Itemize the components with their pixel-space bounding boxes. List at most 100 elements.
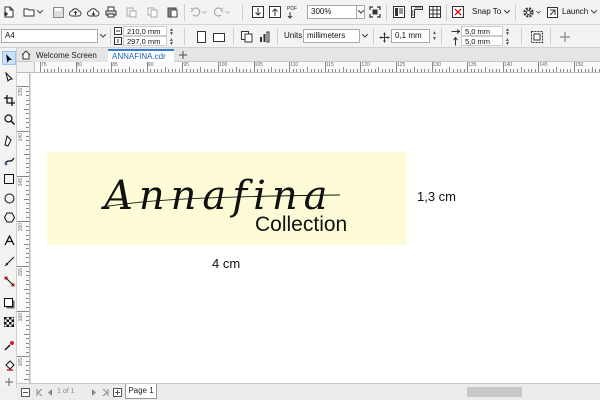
crop-tool-icon[interactable]	[2, 93, 16, 107]
portrait-icon[interactable]	[195, 30, 208, 44]
ruler-tick-mark	[584, 69, 586, 72]
ruler-tick-mark	[303, 69, 305, 72]
ruler-tick-mark	[26, 113, 29, 114]
dup-y-spinner-down[interactable]: ▼	[504, 41, 511, 47]
page-size-select[interactable]: A4	[1, 29, 98, 43]
zoom-tool-icon[interactable]	[2, 112, 16, 126]
ruler-tick-label: 90	[147, 62, 154, 68]
zoom-dropdown-icon[interactable]	[356, 5, 365, 19]
full-screen-preview-icon[interactable]	[392, 5, 406, 19]
horizontal-scrollbar-thumb[interactable]	[467, 387, 522, 397]
landscape-icon[interactable]	[212, 30, 226, 44]
cloud-download-icon[interactable]	[86, 5, 100, 19]
eyedropper-tool-icon[interactable]	[2, 338, 16, 352]
next-page-icon[interactable]	[89, 386, 99, 398]
ruler-origin[interactable]	[17, 62, 35, 73]
add-page-icon[interactable]	[111, 386, 123, 398]
launch-dropdown-icon[interactable]	[590, 5, 598, 19]
snap-to-dropdown-icon[interactable]	[503, 5, 511, 19]
page-options-icon[interactable]	[19, 386, 31, 398]
ellipse-tool-icon[interactable]	[2, 191, 16, 205]
rectangle-tool-icon[interactable]	[2, 172, 16, 186]
launch-icon[interactable]	[546, 5, 559, 19]
options-dropdown-icon[interactable]	[535, 5, 542, 19]
add-plus-icon[interactable]	[558, 30, 572, 44]
duplicate-distance-y-field[interactable]: 5,0 mm	[461, 36, 503, 46]
ruler-tick-mark	[228, 69, 230, 72]
connector-tool-icon[interactable]	[2, 274, 16, 288]
parallel-dimension-tool-icon[interactable]	[2, 254, 16, 268]
redo-dropdown-icon[interactable]	[224, 5, 230, 19]
undo-dropdown-icon[interactable]	[201, 5, 207, 19]
snap-to-label[interactable]: Snap To	[472, 6, 501, 18]
paste-icon[interactable]	[165, 5, 179, 19]
height-dimension-label[interactable]: 1,3 cm	[417, 189, 456, 204]
ruler-tick-mark	[431, 62, 433, 72]
redo-icon[interactable]	[212, 5, 224, 19]
vertical-ruler[interactable]: 135 140 145 150 155 160 165	[17, 73, 30, 383]
open-dropdown-icon[interactable]	[36, 5, 44, 19]
show-grid-icon[interactable]	[428, 5, 442, 19]
page-size-dropdown-icon[interactable]	[98, 29, 107, 43]
last-page-icon[interactable]	[100, 386, 110, 398]
artistic-media-tool-icon[interactable]	[2, 153, 16, 167]
shape-tool-icon[interactable]	[2, 70, 16, 84]
duplicate-distance-x-field[interactable]: 5,0 mm	[461, 26, 503, 36]
ruler-tick-mark	[26, 99, 29, 101]
export-icon[interactable]	[268, 5, 282, 19]
show-rulers-icon[interactable]	[410, 5, 424, 19]
current-page-icon[interactable]	[258, 30, 272, 44]
cloud-upload-icon[interactable]	[68, 5, 82, 19]
ruler-tick-label: 75	[41, 62, 47, 68]
snap-to-icon[interactable]	[451, 5, 465, 19]
previous-page-icon[interactable]	[45, 386, 55, 398]
undo-icon[interactable]	[189, 5, 201, 19]
copy-icon[interactable]	[145, 5, 159, 19]
freehand-tool-icon[interactable]	[2, 134, 16, 148]
text-tool-icon[interactable]	[2, 233, 16, 247]
zoom-level-field[interactable]: 300%	[307, 5, 357, 19]
tab-welcome-screen[interactable]: Welcome Screen	[32, 49, 108, 62]
pick-tool-icon[interactable]	[2, 51, 16, 65]
nudge-distance-field[interactable]: 0,1 mm	[391, 29, 430, 43]
print-icon[interactable]	[104, 5, 118, 19]
export-pdf-icon[interactable]: PDF	[286, 4, 300, 20]
ruler-tick-label: 160	[18, 313, 24, 322]
save-icon[interactable]	[51, 5, 65, 19]
first-page-icon[interactable]	[34, 386, 44, 398]
ruler-tick-mark	[26, 135, 29, 137]
options-gear-icon[interactable]	[521, 5, 535, 19]
ruler-tick-mark	[139, 69, 141, 72]
interactive-fill-tool-icon[interactable]	[2, 358, 16, 372]
width-dimension-label[interactable]: 4 cm	[212, 256, 240, 271]
open-folder-icon[interactable]	[22, 5, 36, 19]
edit-bleed-icon[interactable]	[530, 30, 544, 44]
drop-shadow-tool-icon[interactable]	[2, 296, 16, 310]
units-select[interactable]: millimeters	[303, 29, 360, 43]
launch-label[interactable]: Launch	[562, 6, 588, 18]
ruler-tick-mark	[26, 279, 29, 281]
drawing-canvas[interactable]: Annafina Collection 1,3 cm 4 cm	[30, 73, 600, 383]
cut-icon[interactable]	[124, 5, 138, 19]
page-1-tab[interactable]: Page 1	[125, 384, 157, 399]
all-pages-icon[interactable]	[240, 30, 254, 44]
ruler-tick-mark	[445, 69, 447, 72]
transparency-tool-icon[interactable]	[2, 315, 16, 329]
page-width-field[interactable]: 210,0 mm	[123, 26, 167, 36]
page-height-field[interactable]: 297,0 mm	[123, 36, 167, 46]
ruler-tick-mark	[26, 162, 29, 164]
units-dropdown-icon[interactable]	[360, 29, 369, 43]
add-tool-plus-icon[interactable]	[2, 375, 16, 389]
new-document-icon[interactable]	[2, 5, 16, 19]
nudge-spinner-down[interactable]: ▼	[431, 36, 438, 42]
page-height-spinner-down[interactable]: ▼	[168, 41, 175, 47]
home-icon[interactable]	[20, 49, 32, 61]
ruler-tick-mark	[534, 69, 536, 72]
import-icon[interactable]	[251, 5, 265, 19]
horizontal-ruler[interactable]: 75 80 85 90 95 100 105 110 115 120 125 130 135 140 145…	[35, 62, 600, 73]
polygon-tool-icon[interactable]	[2, 210, 16, 224]
new-tab-plus-icon[interactable]	[177, 49, 189, 61]
collection-subtitle[interactable]: Collection	[255, 213, 347, 237]
tab-annafina-cdr[interactable]: ANNAFINA.cdr	[108, 49, 174, 62]
zoom-to-page-icon[interactable]	[368, 5, 382, 19]
